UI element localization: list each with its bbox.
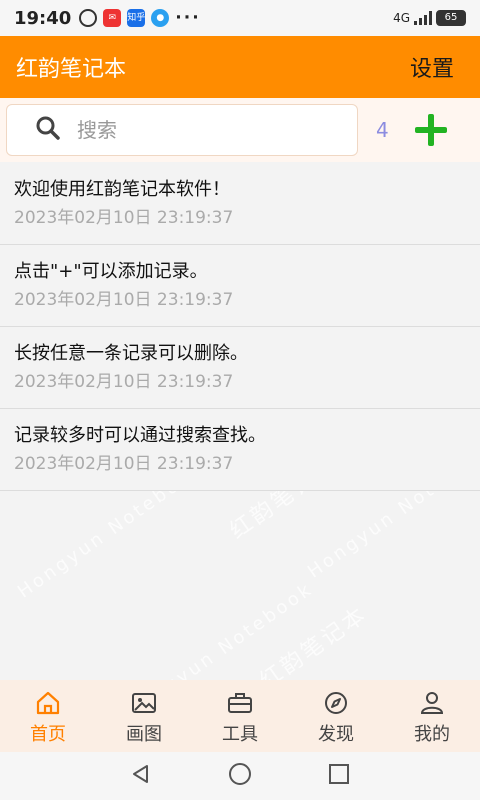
- search-input[interactable]: [77, 118, 317, 142]
- note-item[interactable]: 记录较多时可以通过搜索查找。 2023年02月10日 23:19:37: [0, 409, 480, 491]
- nav-label: 首页: [30, 724, 66, 745]
- search-row: 4: [0, 98, 480, 162]
- app-header: 红韵笔记本 设置: [0, 36, 480, 98]
- compass-icon: [322, 690, 350, 716]
- note-text: 长按任意一条记录可以删除。: [14, 343, 248, 364]
- note-list: 欢迎使用红韵笔记本软件！ 2023年02月10日 23:19:37 点击"+"可…: [0, 163, 480, 491]
- back-icon[interactable]: [130, 763, 152, 789]
- nav-item-me[interactable]: 我的: [384, 680, 480, 752]
- recents-icon[interactable]: [328, 763, 350, 789]
- note-item[interactable]: 欢迎使用红韵笔记本软件！ 2023年02月10日 23:19:37: [0, 163, 480, 245]
- note-timestamp: 2023年02月10日 23:19:37: [14, 454, 234, 474]
- system-nav-bar: [0, 752, 480, 800]
- more-notifications-icon: ···: [175, 8, 201, 28]
- add-note-button[interactable]: [414, 113, 448, 147]
- battery-icon: 65: [436, 10, 466, 26]
- user-icon: [418, 690, 446, 716]
- search-icon: [35, 115, 61, 145]
- image-icon: [130, 690, 158, 716]
- nav-item-draw[interactable]: 画图: [96, 680, 192, 752]
- note-timestamp: 2023年02月10日 23:19:37: [14, 208, 234, 228]
- weibo-icon: ✉: [103, 9, 122, 27]
- alarm-icon: [79, 9, 98, 27]
- nav-label: 我的: [414, 724, 450, 745]
- nav-item-discover[interactable]: 发现: [288, 680, 384, 752]
- status-bar: 19:40 ✉ 知乎 ● ··· 4G 65: [0, 0, 480, 36]
- note-item[interactable]: 长按任意一条记录可以删除。 2023年02月10日 23:19:37: [0, 327, 480, 409]
- note-item[interactable]: 点击"+"可以添加记录。 2023年02月10日 23:19:37: [0, 245, 480, 327]
- nav-label: 工具: [222, 724, 258, 745]
- app-title: 红韵笔记本: [16, 57, 127, 82]
- watermark-text-cn: 红韵笔记本: [255, 601, 373, 680]
- settings-button[interactable]: 设置: [410, 51, 454, 83]
- bottom-nav: 首页 画图 工具 发现 我的: [0, 680, 480, 752]
- note-text: 记录较多时可以通过搜索查找。: [14, 425, 266, 446]
- nav-item-home[interactable]: 首页: [0, 680, 96, 752]
- status-right: 4G 65: [393, 10, 466, 26]
- note-timestamp: 2023年02月10日 23:19:37: [14, 290, 234, 310]
- home-circle-icon[interactable]: [228, 762, 252, 790]
- nav-item-tools[interactable]: 工具: [192, 680, 288, 752]
- nav-label: 发现: [318, 724, 354, 745]
- note-text: 欢迎使用红韵笔记本软件！: [14, 179, 230, 200]
- messenger-icon: ●: [151, 9, 170, 27]
- signal-icon: [414, 11, 432, 25]
- watermark-text-en: Hongyun Notebook: [123, 578, 318, 680]
- status-time: 19:40: [14, 7, 72, 29]
- toolbox-icon: [226, 690, 254, 716]
- note-count: 4: [376, 118, 389, 142]
- home-icon: [34, 690, 62, 716]
- zhihu-icon: 知乎: [127, 9, 145, 27]
- note-text: 点击"+"可以添加记录。: [14, 261, 208, 282]
- note-timestamp: 2023年02月10日 23:19:37: [14, 372, 234, 392]
- nav-label: 画图: [126, 724, 162, 745]
- network-type: 4G: [393, 11, 410, 25]
- search-box[interactable]: [6, 104, 358, 156]
